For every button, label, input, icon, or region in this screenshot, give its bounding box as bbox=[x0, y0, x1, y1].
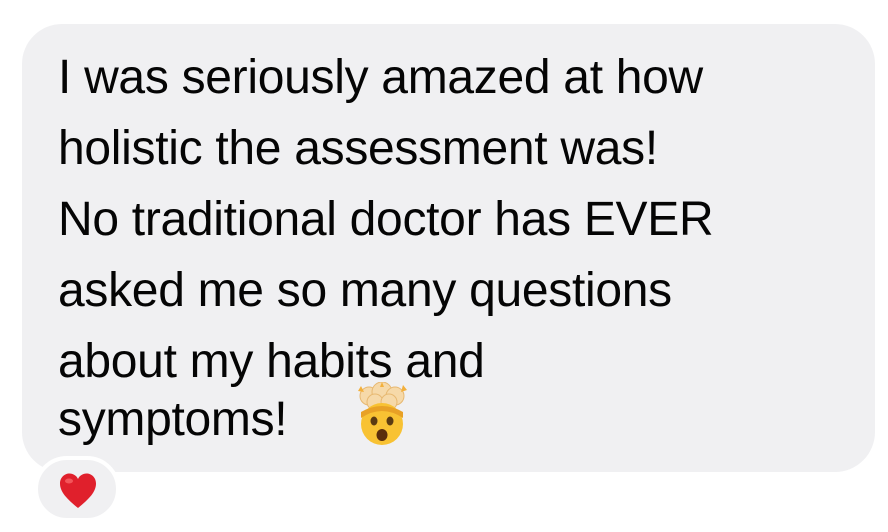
message-text-line: holistic the assessment was! bbox=[58, 122, 658, 175]
heart-icon bbox=[60, 473, 96, 508]
message-text-line: symptoms! bbox=[58, 393, 288, 446]
message-text-line: about my habits and bbox=[58, 335, 485, 388]
mind-blown-emoji-icon bbox=[358, 382, 407, 445]
message-text-line: I was seriously amazed at how bbox=[58, 51, 703, 104]
reaction-badge[interactable] bbox=[34, 456, 120, 522]
message-text-line: No traditional doctor has EVER bbox=[58, 193, 714, 246]
message-text-line: asked me so many questions bbox=[58, 264, 672, 317]
